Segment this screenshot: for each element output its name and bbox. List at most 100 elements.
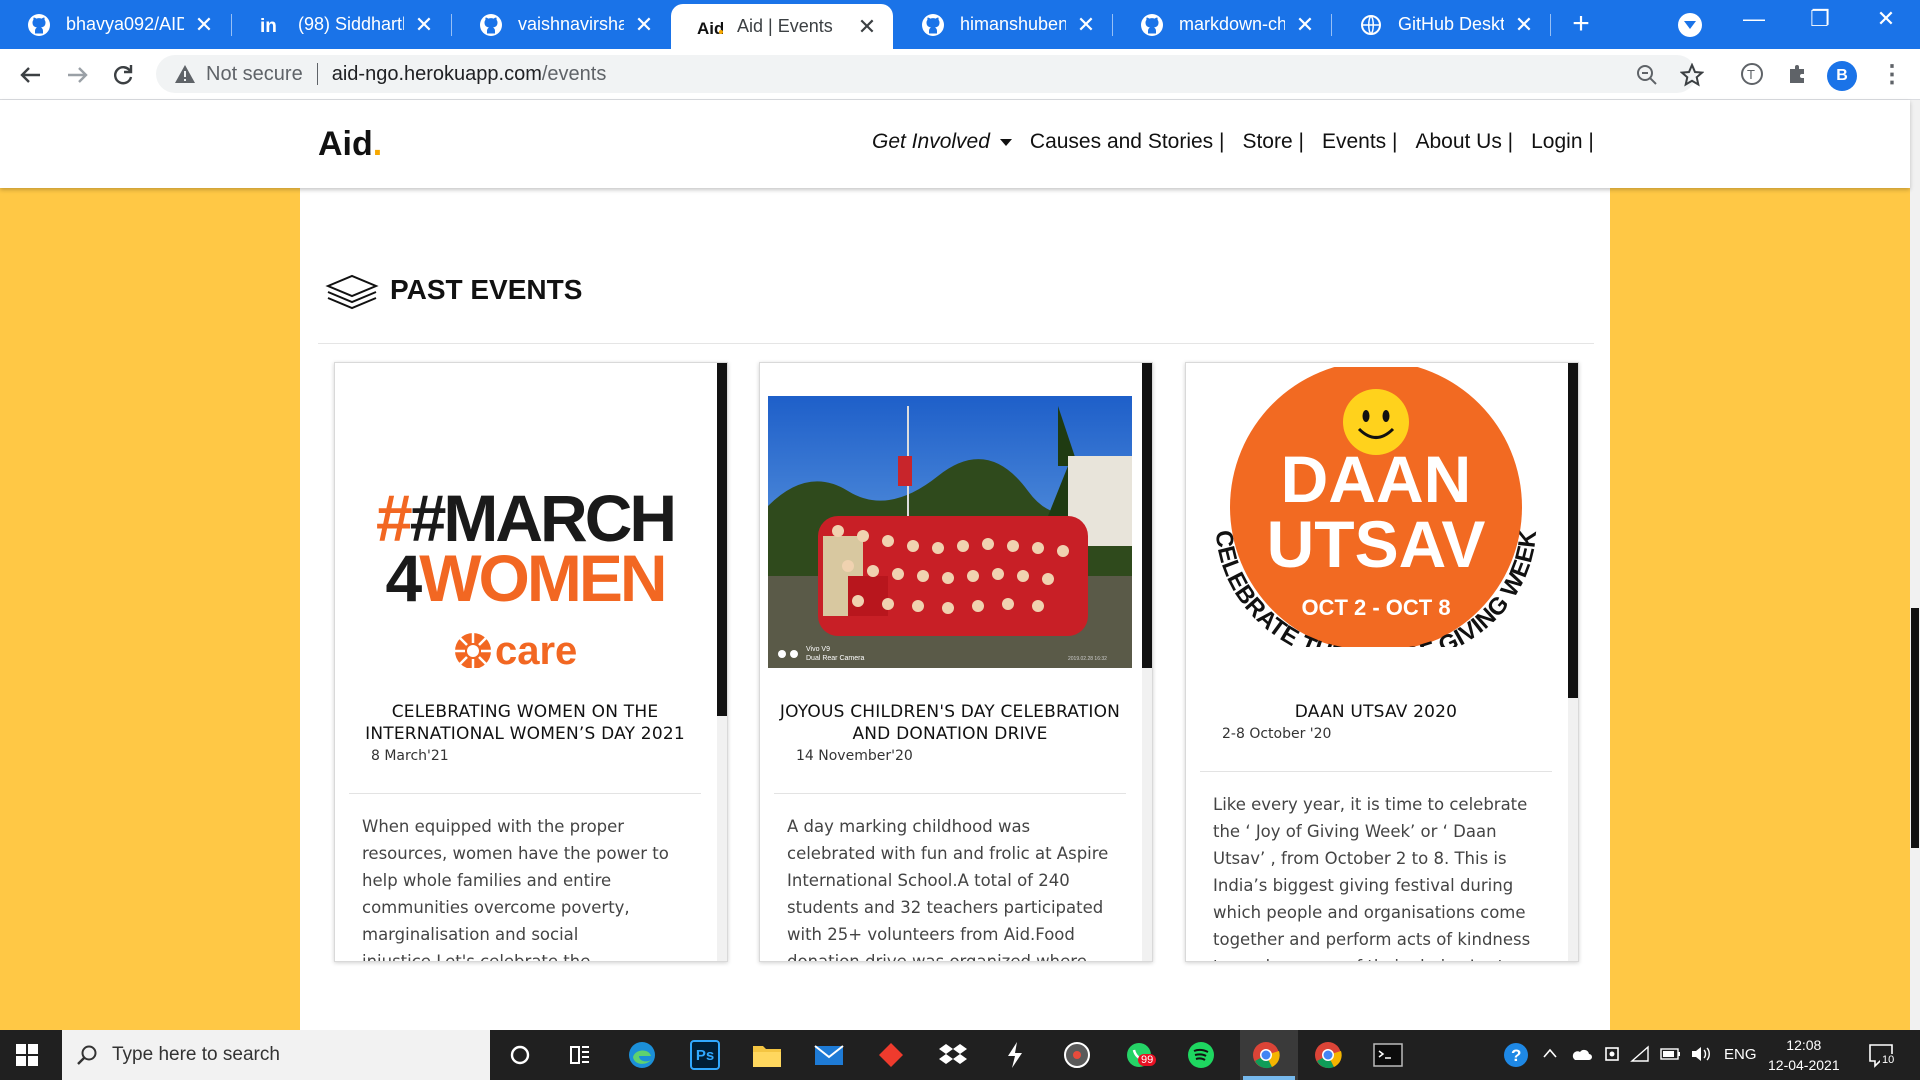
language-indicator[interactable]: ENG — [1724, 1046, 1757, 1063]
dropbox-icon[interactable] — [938, 1040, 968, 1070]
bookmark-star-icon[interactable] — [1680, 63, 1704, 87]
address-bar[interactable]: Not secure aid-ngo.herokuapp.com/events — [156, 55, 1696, 93]
page-scrollbar[interactable] — [1910, 100, 1920, 1030]
svg-text:4WOMEN: 4WOMEN — [385, 541, 664, 615]
anydesk-icon[interactable] — [876, 1040, 906, 1070]
restore-button[interactable]: ❐ — [1800, 6, 1840, 32]
browser-tab[interactable]: bhavya092/AID.-N ✕ — [0, 0, 230, 49]
browser-tab[interactable]: markdown-cheats ✕ — [1113, 0, 1331, 49]
site-header: Aid. Get Involved Causes and Stories | S… — [0, 100, 1910, 188]
logo-line2: UTSAV — [1267, 507, 1486, 581]
card-scrollbar-thumb[interactable] — [717, 363, 727, 716]
browser-tab-active[interactable]: Aid Aid | Events ✕ — [671, 4, 893, 49]
profile-avatar[interactable]: B — [1827, 61, 1857, 91]
browser-tab[interactable]: in (98) Siddharth Sha ✕ — [232, 0, 450, 49]
photoshop-icon[interactable]: Ps — [690, 1040, 720, 1070]
card-scrollbar[interactable] — [1568, 363, 1578, 961]
translate-extension-icon[interactable]: T — [1738, 60, 1766, 88]
notifications-icon[interactable]: 10 — [1868, 1042, 1897, 1072]
event-title[interactable]: CELEBRATING WOMEN ON THE INTERNATIONAL W… — [349, 701, 701, 745]
meet-now-icon[interactable] — [1604, 1044, 1620, 1068]
file-explorer-icon[interactable] — [752, 1040, 782, 1070]
card-scrollbar-thumb[interactable] — [1142, 363, 1152, 668]
media-player-icon[interactable] — [1062, 1040, 1092, 1070]
browser-tab[interactable]: vaishnavirshah/Fa ✕ — [452, 0, 670, 49]
task-view-icon[interactable] — [565, 1040, 595, 1070]
browser-menu-icon[interactable]: ⋮ — [1880, 60, 1904, 89]
caret-down-icon — [999, 138, 1012, 146]
close-window-button[interactable]: ✕ — [1866, 6, 1906, 32]
svg-text:in: in — [260, 16, 277, 37]
nav-label: Get Involved — [872, 130, 990, 153]
logo-dot: . — [372, 125, 383, 163]
minimize-button[interactable]: — — [1734, 6, 1774, 32]
mail-icon[interactable] — [814, 1040, 844, 1070]
watermark-line1: Vivo V9 — [806, 646, 830, 653]
event-card[interactable]: ##MARCH 4WOMEN care CELEBRATING WOMEN ON… — [334, 362, 728, 962]
windows-start-icon[interactable] — [16, 1044, 38, 1066]
card-scrollbar[interactable] — [717, 363, 727, 961]
tab-title: GitHub Desktop | — [1398, 14, 1504, 34]
browser-tab[interactable]: GitHub Desktop | ✕ — [1332, 0, 1550, 49]
close-tab-icon[interactable]: ✕ — [1512, 12, 1536, 37]
edge-icon[interactable] — [627, 1040, 657, 1070]
nav-about-us[interactable]: About Us | — [1415, 130, 1513, 154]
card-scrollbar[interactable] — [1142, 363, 1152, 961]
event-description: When equipped with the proper resources,… — [362, 817, 669, 962]
chrome-profile-icon[interactable] — [1313, 1040, 1343, 1070]
extensions-puzzle-icon[interactable] — [1784, 60, 1812, 88]
new-tab-button[interactable]: + — [1566, 9, 1596, 40]
back-button[interactable] — [14, 58, 48, 92]
event-card[interactable]: DAAN UTSAV OCT 2 - OCT 8 CELEBRATE THE J… — [1185, 362, 1579, 962]
browser-tab[interactable]: himanshubeniwal/ ✕ — [894, 0, 1112, 49]
terminal-icon[interactable] — [1373, 1040, 1403, 1070]
search-placeholder: Type here to search — [112, 1044, 280, 1065]
close-tab-icon[interactable]: ✕ — [1293, 12, 1317, 37]
event-title[interactable]: JOYOUS CHILDREN'S DAY CELEBRATION AND DO… — [774, 701, 1126, 745]
github-icon — [920, 12, 946, 38]
nav-causes-and-stories[interactable]: Causes and Stories | — [1030, 130, 1225, 154]
battery-icon[interactable] — [1660, 1046, 1682, 1066]
help-icon[interactable]: ? — [1502, 1041, 1530, 1073]
bolt-app-icon[interactable] — [1000, 1040, 1030, 1070]
close-tab-icon[interactable]: ✕ — [412, 12, 436, 37]
tab-title: markdown-cheats — [1179, 14, 1285, 34]
close-tab-icon[interactable]: ✕ — [1074, 12, 1098, 37]
nav-login[interactable]: Login | — [1531, 130, 1594, 154]
taskbar-search-box[interactable]: Type here to search — [62, 1030, 490, 1080]
card-scrollbar-thumb[interactable] — [1568, 363, 1578, 698]
clock-time: 12:08 — [1786, 1037, 1822, 1053]
site-logo[interactable]: Aid. — [318, 125, 382, 164]
reload-button[interactable] — [106, 58, 140, 92]
card-divider — [1200, 771, 1552, 772]
wifi-icon[interactable] — [1630, 1045, 1650, 1067]
events-container: PAST EVENTS ##MARCH 4WOMEN care CELEBRAT… — [300, 188, 1610, 1030]
onedrive-cloud-icon[interactable] — [1570, 1046, 1592, 1066]
arrow-left-icon — [20, 67, 40, 83]
close-tab-icon[interactable]: ✕ — [855, 14, 879, 39]
chrome-icon[interactable] — [1251, 1040, 1281, 1070]
forward-button[interactable] — [60, 58, 94, 92]
security-label[interactable]: Not secure — [206, 63, 303, 86]
spotify-icon[interactable] — [1186, 1040, 1216, 1070]
zoom-icon[interactable] — [1635, 63, 1659, 87]
event-card[interactable]: Vivo V9 Dual Rear Camera 2019.02.28 16:3… — [759, 362, 1153, 962]
tab-search-icon[interactable] — [1678, 13, 1702, 37]
close-tab-icon[interactable]: ✕ — [632, 12, 656, 37]
childrens-day-group-photo: Vivo V9 Dual Rear Camera 2019.02.28 16:3… — [768, 396, 1132, 668]
volume-icon[interactable] — [1690, 1045, 1712, 1067]
event-date: 14 November'20 — [796, 748, 913, 764]
chevron-up-icon[interactable] — [1542, 1046, 1558, 1064]
close-tab-icon[interactable]: ✕ — [192, 12, 216, 37]
nav-events[interactable]: Events | — [1322, 130, 1398, 154]
whatsapp-icon[interactable]: 99 — [1124, 1040, 1157, 1070]
page-scrollbar-thumb[interactable] — [1911, 608, 1919, 848]
event-description: A day marking childhood was celebrated w… — [787, 817, 1109, 962]
nav-get-involved-dropdown[interactable]: Get Involved — [872, 130, 1012, 154]
cortana-icon[interactable] — [505, 1040, 535, 1070]
github-icon — [1139, 12, 1165, 38]
tab-title: (98) Siddharth Sha — [298, 14, 404, 34]
event-title[interactable]: DAAN UTSAV 2020 — [1200, 701, 1552, 723]
taskbar-clock[interactable]: 12:08 12-04-2021 — [1768, 1035, 1840, 1075]
nav-store[interactable]: Store | — [1242, 130, 1303, 154]
